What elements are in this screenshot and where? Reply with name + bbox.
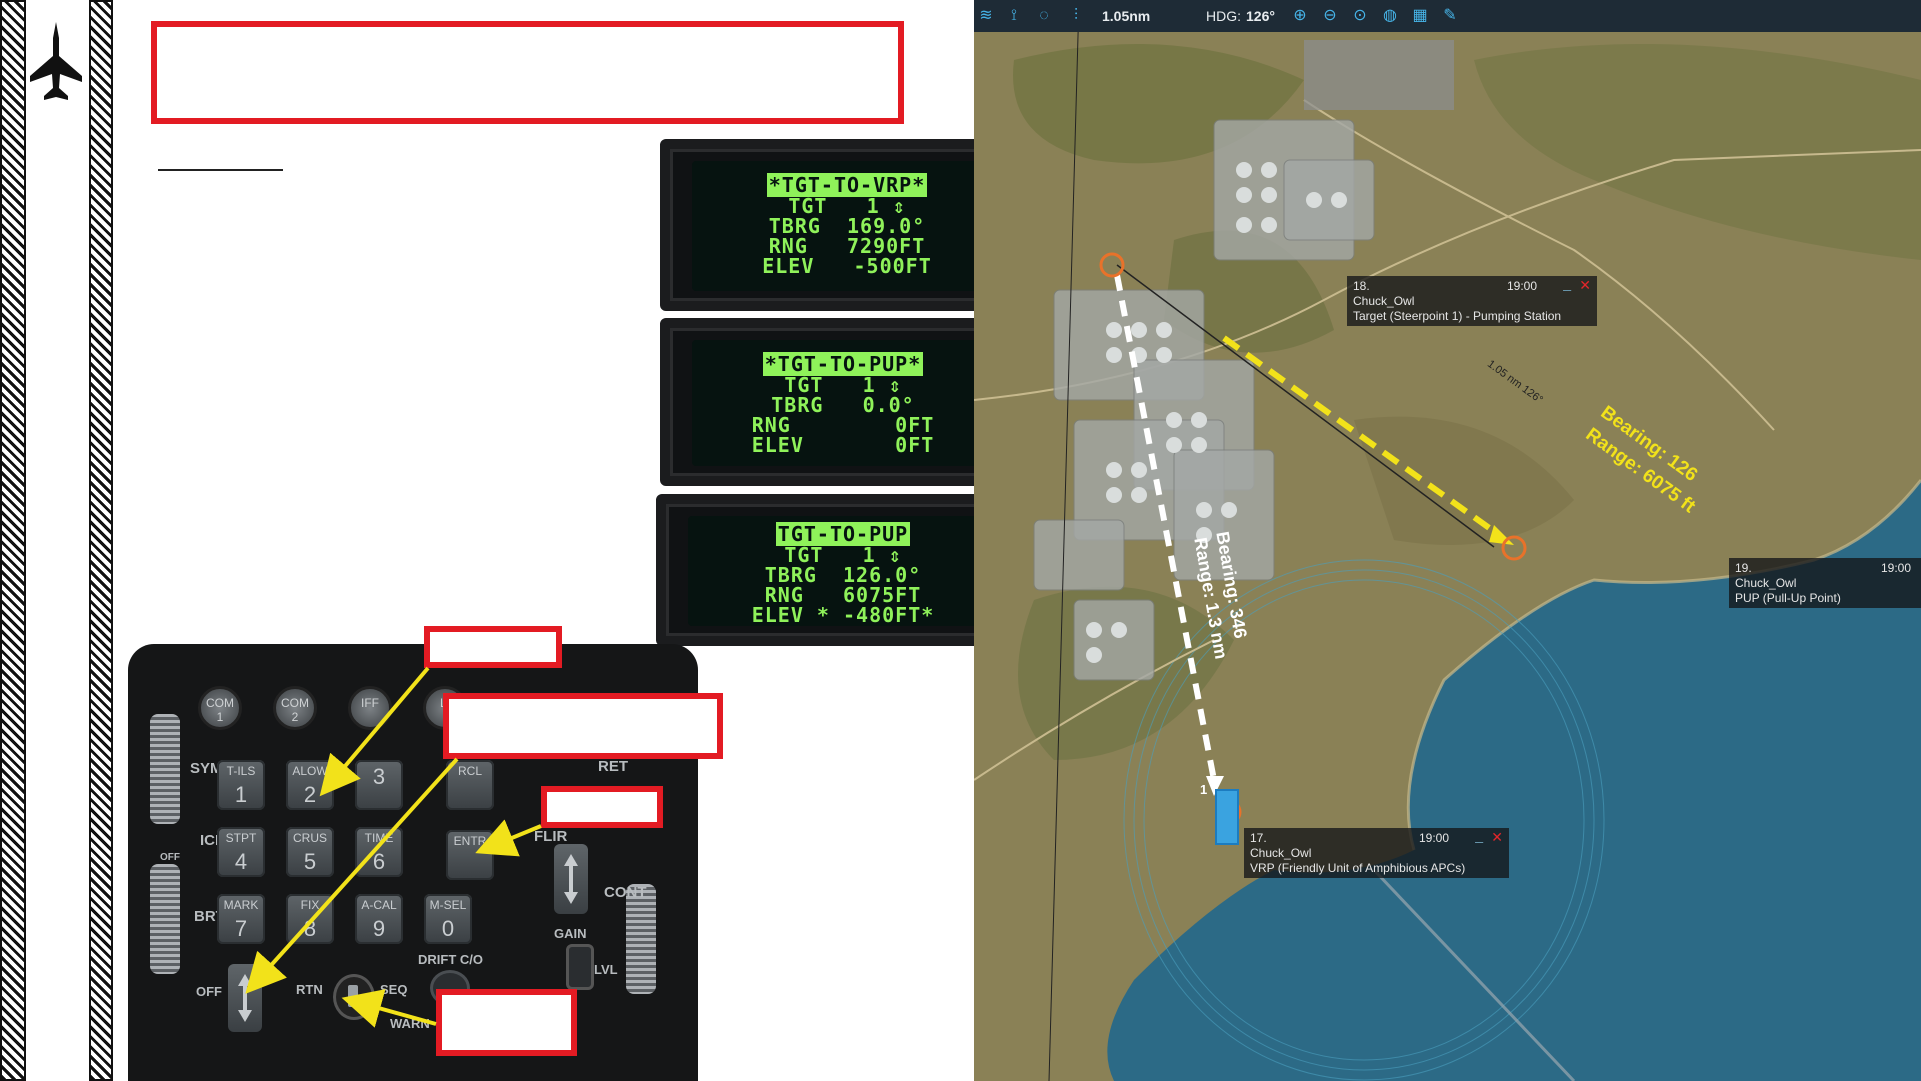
hdg-label: HDG: — [1206, 8, 1241, 24]
minimize-icon[interactable]: _ — [1563, 276, 1571, 291]
arrow-to-rtn-seq — [341, 989, 437, 1028]
ruler-icon[interactable]: ✎ — [1440, 6, 1460, 26]
waypoint-desc: PUP (Pull-Up Point) — [1735, 591, 1841, 605]
minimize-icon[interactable]: _ — [1475, 828, 1483, 843]
zoom-in-icon[interactable]: ⊕ — [1290, 6, 1310, 26]
waypoint-id: 18. — [1353, 279, 1370, 293]
close-icon[interactable]: ✕ — [1579, 278, 1591, 293]
audio-icon[interactable]: ⫶ — [1066, 6, 1086, 26]
waypoint-name: Chuck_Owl — [1353, 294, 1415, 308]
waypoint-id: 17. — [1250, 831, 1267, 845]
tower-icon[interactable]: ⟟ — [1004, 6, 1024, 26]
hdg-value: 126° — [1246, 8, 1275, 24]
map-terrain — [974, 0, 1921, 1081]
waypoint-name: Chuck_Owl — [1735, 576, 1797, 590]
waypoint-17-label[interactable]: 17. Chuck_Owl VRP (Friendly Unit of Amph… — [1244, 828, 1509, 878]
waypoint-time: 19:00 — [1506, 279, 1537, 293]
waypoint-desc: VRP (Friendly Unit of Amphibious APCs) — [1250, 861, 1466, 875]
zoom-fit-icon[interactable]: ⊙ — [1350, 6, 1370, 26]
arrow-to-entr — [475, 819, 542, 857]
waypoint-desc: Target (Steerpoint 1) - Pumping Station — [1353, 309, 1562, 323]
waypoint-19-label[interactable]: 19. Chuck_Owl PUP (Pull-Up Point) 19:00 — [1729, 558, 1921, 608]
wifi-icon[interactable]: ≋ — [976, 6, 996, 26]
arrow-to-alow — [319, 666, 430, 797]
grid-icon[interactable]: ▦ — [1410, 6, 1430, 26]
arrow-to-dcs — [245, 757, 459, 994]
waypoint-time: 19:00 — [1880, 561, 1911, 575]
distance-readout: 1.05nm — [1102, 8, 1151, 24]
chat-icon[interactable]: ◌ — [1034, 6, 1054, 26]
close-icon[interactable]: ✕ — [1491, 830, 1503, 845]
waypoint-time: 19:00 — [1418, 831, 1449, 845]
waypoint-name: Chuck_Owl — [1250, 846, 1312, 860]
waypoint-18-label[interactable]: 18. Chuck_Owl Target (Steerpoint 1) - Pu… — [1347, 276, 1597, 326]
friendly-unit-icon[interactable] — [1215, 789, 1239, 845]
mission-map[interactable]: ≋ ⟟ ◌ ⫶ 1.05nm HDG: 126° ⊕ ⊖ ⊙ ◍ ▦ ✎ 18.… — [974, 0, 1921, 1081]
callout-arrows-layer — [245, 666, 542, 1028]
globe-icon[interactable]: ◍ — [1380, 6, 1400, 26]
unit-number: 1 — [1200, 782, 1208, 797]
map-toolbar: ≋ ⟟ ◌ ⫶ 1.05nm HDG: 126° ⊕ ⊖ ⊙ ◍ ▦ ✎ — [974, 0, 1921, 32]
zoom-out-icon[interactable]: ⊖ — [1320, 6, 1340, 26]
